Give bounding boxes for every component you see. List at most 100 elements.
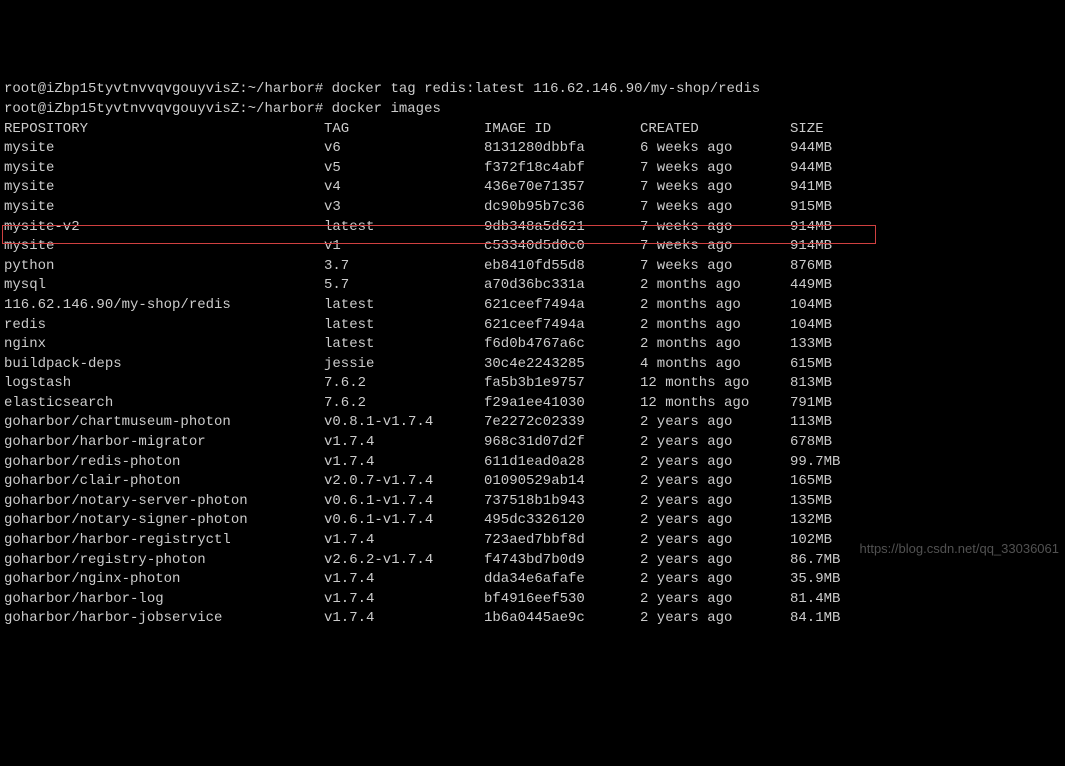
cell-size: 104MB — [790, 316, 832, 336]
cell-tag: v1.7.4 — [324, 433, 484, 453]
shell-prompt: root@iZbp15tyvtnvvqvgouyvisZ:~/harbor# — [4, 81, 332, 97]
cell-size: 678MB — [790, 433, 832, 453]
cell-size: 941MB — [790, 178, 832, 198]
cell-size: 86.7MB — [790, 551, 840, 571]
cell-repository: goharbor/harbor-log — [4, 590, 324, 610]
cell-tag: jessie — [324, 355, 484, 375]
table-row: 116.62.146.90/my-shop/redislatest621ceef… — [4, 296, 1061, 316]
cell-tag: v0.8.1-v1.7.4 — [324, 413, 484, 433]
cell-size: 914MB — [790, 237, 832, 257]
cell-created: 2 years ago — [640, 492, 790, 512]
cell-repository: goharbor/notary-signer-photon — [4, 511, 324, 531]
cell-imageid: f29a1ee41030 — [484, 394, 640, 414]
cell-tag: 7.6.2 — [324, 374, 484, 394]
cell-repository: goharbor/harbor-jobservice — [4, 609, 324, 629]
cell-tag: v1.7.4 — [324, 590, 484, 610]
cell-size: 876MB — [790, 257, 832, 277]
cell-tag: v2.6.2-v1.7.4 — [324, 551, 484, 571]
cell-tag: v1.7.4 — [324, 609, 484, 629]
table-row: mysite-v2latest9db348a5d6217 weeks ago91… — [4, 218, 1061, 238]
table-row: goharbor/notary-server-photonv0.6.1-v1.7… — [4, 492, 1061, 512]
cell-created: 7 weeks ago — [640, 178, 790, 198]
header-tag: TAG — [324, 120, 484, 140]
header-created: CREATED — [640, 120, 790, 140]
table-row: goharbor/chartmuseum-photonv0.8.1-v1.7.4… — [4, 413, 1061, 433]
cell-repository: mysite — [4, 139, 324, 159]
command-line-1: root@iZbp15tyvtnvvqvgouyvisZ:~/harbor# d… — [4, 80, 1061, 100]
cell-size: 113MB — [790, 413, 832, 433]
cell-created: 2 months ago — [640, 296, 790, 316]
cell-tag: v5 — [324, 159, 484, 179]
table-row: python3.7eb8410fd55d87 weeks ago876MB — [4, 257, 1061, 277]
table-row: goharbor/notary-signer-photonv0.6.1-v1.7… — [4, 511, 1061, 531]
cell-created: 7 weeks ago — [640, 257, 790, 277]
cell-size: 99.7MB — [790, 453, 840, 473]
header-imageid: IMAGE ID — [484, 120, 640, 140]
cell-imageid: c53340d5d0c0 — [484, 237, 640, 257]
shell-command: docker tag redis:latest 116.62.146.90/my… — [332, 81, 760, 97]
cell-tag: v1.7.4 — [324, 453, 484, 473]
cell-imageid: fa5b3b1e9757 — [484, 374, 640, 394]
cell-created: 2 months ago — [640, 316, 790, 336]
cell-size: 133MB — [790, 335, 832, 355]
cell-tag: latest — [324, 316, 484, 336]
cell-tag: 7.6.2 — [324, 394, 484, 414]
cell-created: 7 weeks ago — [640, 218, 790, 238]
cell-created: 12 months ago — [640, 394, 790, 414]
cell-repository: mysite — [4, 237, 324, 257]
cell-tag: v1.7.4 — [324, 570, 484, 590]
cell-repository: goharbor/harbor-registryctl — [4, 531, 324, 551]
cell-size: 615MB — [790, 355, 832, 375]
table-row: mysitev68131280dbbfa6 weeks ago944MB — [4, 139, 1061, 159]
table-row: mysql5.7a70d36bc331a2 months ago449MB — [4, 276, 1061, 296]
cell-tag: latest — [324, 218, 484, 238]
cell-imageid: f372f18c4abf — [484, 159, 640, 179]
cell-created: 2 months ago — [640, 276, 790, 296]
cell-tag: v2.0.7-v1.7.4 — [324, 472, 484, 492]
table-row: goharbor/redis-photonv1.7.4611d1ead0a282… — [4, 453, 1061, 473]
cell-tag: 5.7 — [324, 276, 484, 296]
cell-imageid: 723aed7bbf8d — [484, 531, 640, 551]
cell-created: 2 years ago — [640, 433, 790, 453]
table-row: redislatest621ceef7494a2 months ago104MB — [4, 316, 1061, 336]
cell-repository: mysite — [4, 198, 324, 218]
cell-imageid: f4743bd7b0d9 — [484, 551, 640, 571]
cell-repository: python — [4, 257, 324, 277]
cell-imageid: 495dc3326120 — [484, 511, 640, 531]
cell-imageid: eb8410fd55d8 — [484, 257, 640, 277]
cell-repository: mysite — [4, 159, 324, 179]
cell-imageid: f6d0b4767a6c — [484, 335, 640, 355]
cell-created: 12 months ago — [640, 374, 790, 394]
cell-size: 132MB — [790, 511, 832, 531]
cell-repository: goharbor/chartmuseum-photon — [4, 413, 324, 433]
cell-repository: logstash — [4, 374, 324, 394]
cell-size: 791MB — [790, 394, 832, 414]
cell-repository: goharbor/notary-server-photon — [4, 492, 324, 512]
cell-size: 102MB — [790, 531, 832, 551]
cell-created: 2 years ago — [640, 590, 790, 610]
cell-created: 2 years ago — [640, 511, 790, 531]
cell-imageid: a70d36bc331a — [484, 276, 640, 296]
cell-imageid: bf4916eef530 — [484, 590, 640, 610]
cell-imageid: 7e2272c02339 — [484, 413, 640, 433]
cell-repository: buildpack-deps — [4, 355, 324, 375]
table-row: nginxlatestf6d0b4767a6c2 months ago133MB — [4, 335, 1061, 355]
table-row: mysitev5f372f18c4abf7 weeks ago944MB — [4, 159, 1061, 179]
cell-size: 165MB — [790, 472, 832, 492]
cell-created: 2 years ago — [640, 472, 790, 492]
cell-created: 2 months ago — [640, 335, 790, 355]
cell-created: 2 years ago — [640, 551, 790, 571]
table-row: goharbor/harbor-jobservicev1.7.41b6a0445… — [4, 609, 1061, 629]
cell-size: 449MB — [790, 276, 832, 296]
cell-repository: goharbor/harbor-migrator — [4, 433, 324, 453]
cell-tag: v0.6.1-v1.7.4 — [324, 492, 484, 512]
cell-created: 2 years ago — [640, 453, 790, 473]
table-row: mysitev4436e70e713577 weeks ago941MB — [4, 178, 1061, 198]
cell-repository: elasticsearch — [4, 394, 324, 414]
cell-repository: redis — [4, 316, 324, 336]
cell-size: 944MB — [790, 159, 832, 179]
table-row: goharbor/nginx-photonv1.7.4dda34e6afafe2… — [4, 570, 1061, 590]
cell-created: 2 years ago — [640, 531, 790, 551]
cell-imageid: 621ceef7494a — [484, 296, 640, 316]
cell-size: 813MB — [790, 374, 832, 394]
